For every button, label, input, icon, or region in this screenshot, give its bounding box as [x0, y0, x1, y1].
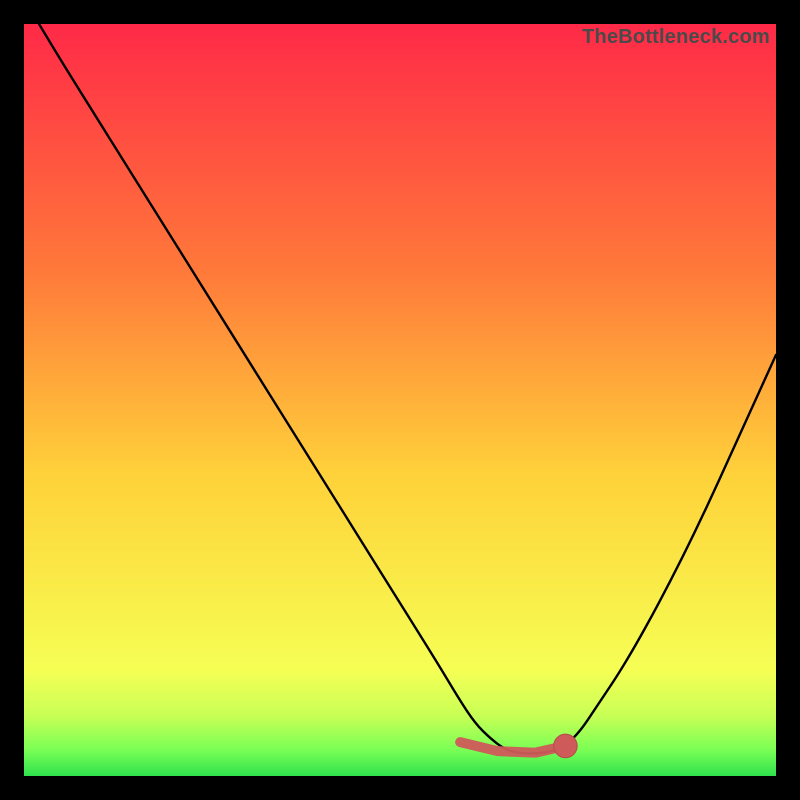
plot-area: TheBottleneck.com	[24, 24, 776, 776]
trough-marker-line	[460, 742, 565, 753]
bottleneck-curve	[39, 24, 776, 753]
watermark-label: TheBottleneck.com	[582, 26, 770, 49]
trough-end-dot	[554, 734, 578, 758]
chart-frame: TheBottleneck.com	[0, 0, 800, 800]
chart-svg	[24, 24, 776, 776]
